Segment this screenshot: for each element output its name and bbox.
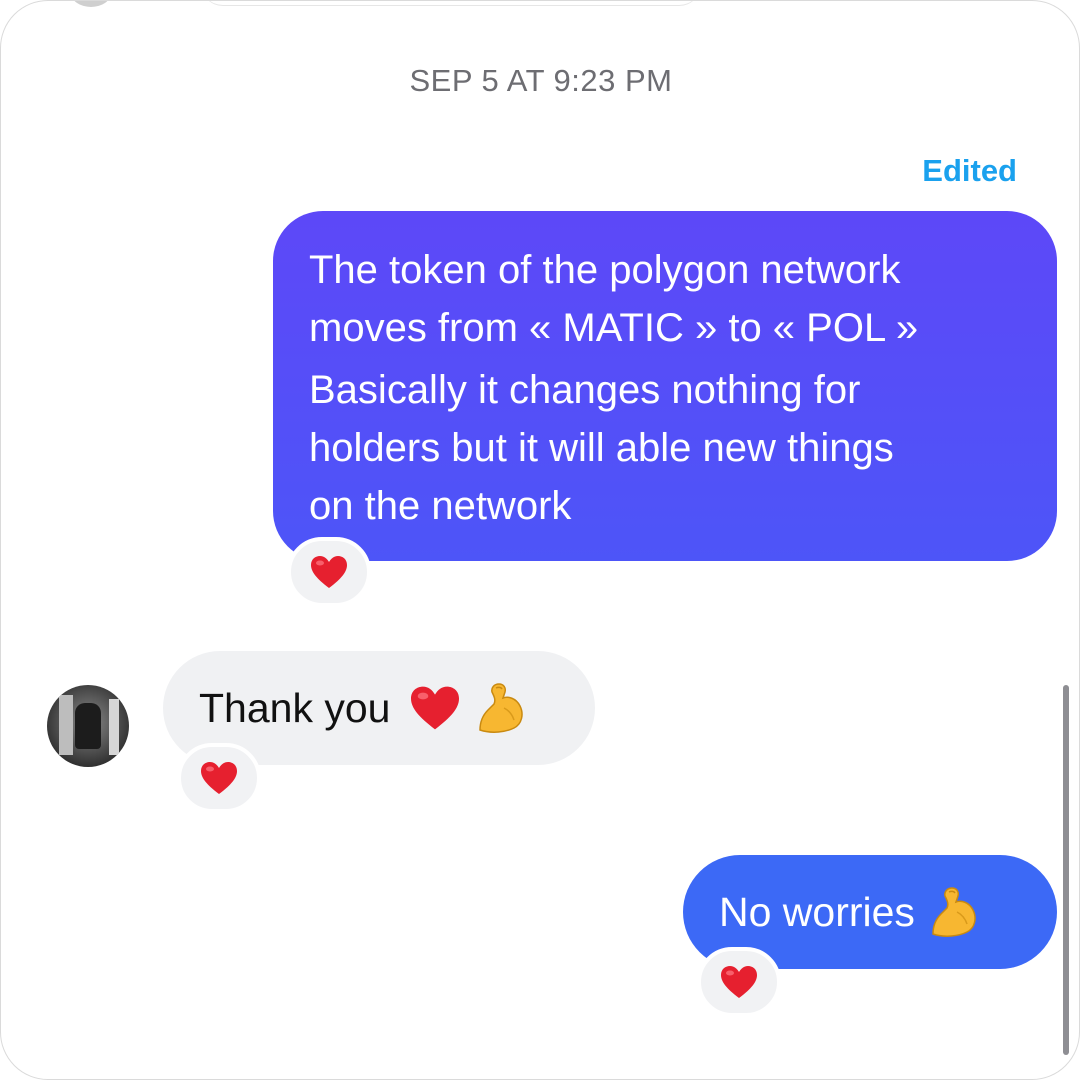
contact-avatar[interactable] [47,685,129,767]
message-text: No worries [719,888,915,935]
heart-reaction[interactable] [287,537,371,607]
message-line: moves from « MATIC » to « POL » [309,306,919,350]
chat-window: SEP 5 AT 9:23 PM Edited The token of the… [0,0,1080,1080]
message-line: Basically it changes nothing for [309,368,861,412]
edited-label[interactable]: Edited [922,153,1017,189]
message-line: on the network [309,484,572,528]
red-heart-icon [721,966,757,998]
heart-reaction[interactable] [177,743,261,813]
scrollbar[interactable] [1063,685,1069,1055]
message-line: The token of the polygon network [309,248,901,292]
message-line: holders but it will able new things [309,426,894,470]
red-heart-icon [201,762,237,794]
red-heart-icon [311,556,347,588]
red-heart-icon [411,686,460,730]
avatar-partial [71,1,111,7]
outgoing-message-bubble[interactable]: The token of the polygon network moves f… [273,211,1057,561]
message-timestamp: SEP 5 AT 9:23 PM [409,63,673,98]
message-text: Thank you [199,684,391,731]
previous-message-bubble[interactable] [201,1,701,6]
flexed-biceps-icon [479,683,524,733]
flexed-biceps-icon [932,887,976,937]
heart-reaction[interactable] [697,947,781,1017]
